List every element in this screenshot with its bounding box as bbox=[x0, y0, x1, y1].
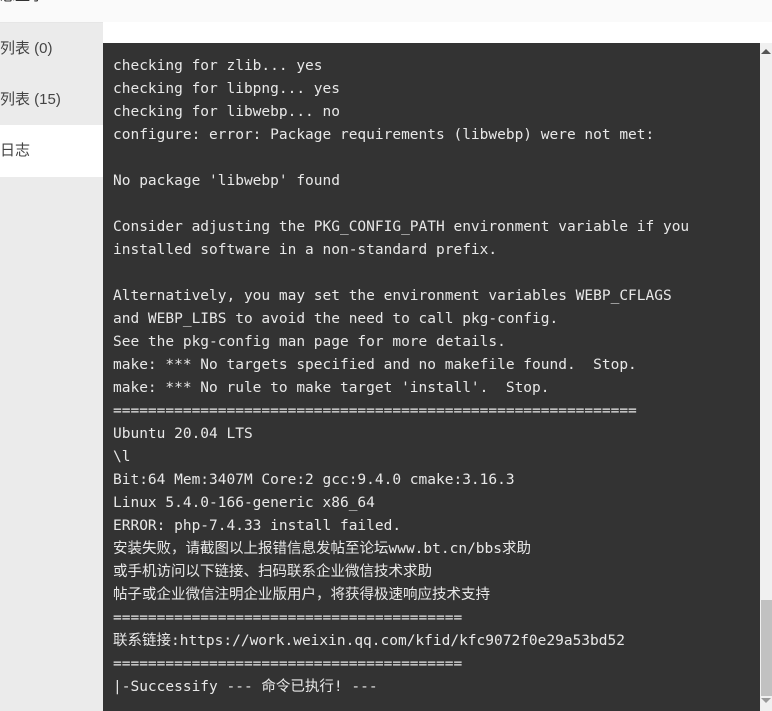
sidebar-item-label: 列表 (15) bbox=[0, 91, 61, 108]
log-line: 或手机访问以下链接、扫码联系企业微信技术求助 bbox=[113, 564, 432, 580]
sidebar: 总监宁 列表 (0) 列表 (15) 日志 bbox=[0, 0, 103, 711]
log-line: checking for libpng... yes bbox=[113, 81, 340, 97]
log-line: make: *** No rule to make target 'instal… bbox=[113, 380, 550, 396]
log-line: checking for libwebp... no bbox=[113, 104, 340, 120]
log-line: \l bbox=[113, 449, 131, 465]
log-line: Linux 5.4.0-166-generic x86_64 bbox=[113, 495, 375, 511]
log-line: ======================================== bbox=[113, 610, 463, 626]
scrollbar-down-arrow[interactable] bbox=[760, 695, 772, 707]
log-line: ======================================== bbox=[113, 656, 463, 672]
log-line: ERROR: php-7.4.33 install failed. bbox=[113, 518, 402, 534]
log-line: Alternatively, you may set the environme… bbox=[113, 288, 672, 304]
chevron-down-icon bbox=[761, 698, 771, 703]
sidebar-header-label: 总监宁 bbox=[0, 0, 45, 3]
log-line: |-Successify --- 命令已执行! --- bbox=[113, 679, 378, 695]
sidebar-item-list-0[interactable]: 列表 (0) bbox=[0, 23, 103, 74]
scrollbar-track[interactable] bbox=[760, 59, 772, 600]
log-line: Consider adjusting the PKG_CONFIG_PATH e… bbox=[113, 219, 690, 235]
sidebar-item-list-15[interactable]: 列表 (15) bbox=[0, 74, 103, 125]
scrollbar-thumb[interactable] bbox=[761, 600, 772, 696]
sidebar-header: 总监宁 bbox=[0, 0, 103, 22]
log-line: 帖子或企业微信注明企业版用户，将获得极速响应技术支持 bbox=[113, 587, 490, 603]
sidebar-item-label: 列表 (0) bbox=[0, 40, 53, 57]
sidebar-filler bbox=[0, 177, 103, 711]
log-line: and WEBP_LIBS to avoid the need to call … bbox=[113, 311, 559, 327]
sidebar-item-label: 日志 bbox=[0, 142, 31, 159]
log-line: No package 'libwebp' found bbox=[113, 173, 340, 189]
log-console-panel[interactable]: checking for zlib... yes checking for lib… bbox=[103, 43, 760, 711]
log-scrollbar[interactable] bbox=[760, 43, 772, 711]
panel-top-strip bbox=[103, 0, 772, 22]
log-line: installed software in a non-standard pre… bbox=[113, 242, 498, 258]
sidebar-item-log[interactable]: 日志 bbox=[0, 125, 103, 176]
log-line: Ubuntu 20.04 LTS bbox=[113, 426, 253, 442]
log-line: checking for zlib... yes bbox=[113, 58, 323, 74]
scrollbar-up-arrow[interactable] bbox=[760, 46, 772, 58]
log-line: 安装失败，请截图以上报错信息发帖至论坛www.bt.cn/bbs求助 bbox=[113, 541, 531, 557]
chevron-up-icon bbox=[761, 49, 771, 54]
log-line: configure: error: Package requirements (… bbox=[113, 127, 655, 143]
log-line: 联系链接:https://work.weixin.qq.com/kfid/kfc… bbox=[113, 633, 625, 649]
log-line: ========================================… bbox=[113, 403, 637, 419]
log-line: make: *** No targets specified and no ma… bbox=[113, 357, 637, 373]
log-output: checking for zlib... yes checking for lib… bbox=[103, 43, 760, 699]
log-line: See the pkg-config man page for more det… bbox=[113, 334, 506, 350]
panel-top-area bbox=[103, 0, 772, 43]
log-line: Bit:64 Mem:3407M Core:2 gcc:9.4.0 cmake:… bbox=[113, 472, 515, 488]
